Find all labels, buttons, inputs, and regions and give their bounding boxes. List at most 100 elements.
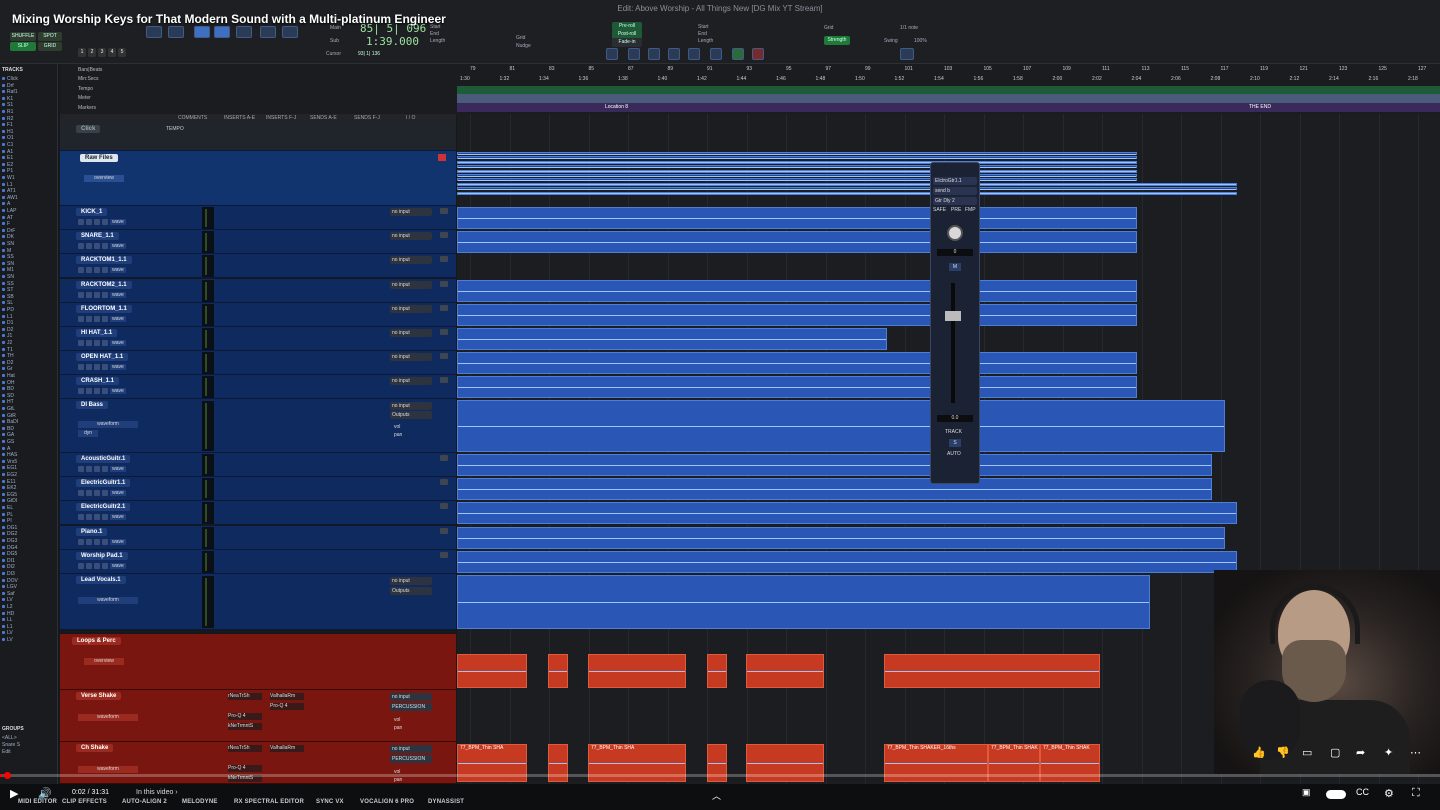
tracklist-item[interactable]: BaDI bbox=[2, 419, 18, 425]
inst-0-S-button[interactable] bbox=[94, 466, 100, 472]
inst-2-S-button[interactable] bbox=[94, 514, 100, 521]
inst-2-in-button[interactable] bbox=[86, 514, 92, 521]
lead-vocals-output[interactable]: Outputs bbox=[390, 587, 432, 595]
drum-0-track[interactable]: KICK_1 wave no input bbox=[60, 206, 456, 230]
drum-4-red-icon[interactable] bbox=[440, 304, 448, 311]
online-icon[interactable] bbox=[606, 48, 618, 60]
grid-value[interactable]: 1/1 note bbox=[900, 25, 918, 31]
drum-4-rec-button[interactable] bbox=[78, 315, 84, 322]
raw-files-view[interactable]: overview bbox=[84, 175, 124, 182]
tracklist-item[interactable]: F bbox=[2, 221, 10, 227]
group-snare[interactable]: Snare S bbox=[2, 742, 20, 748]
fader-send[interactable]: send b bbox=[933, 187, 977, 195]
tracklist-item[interactable]: GA bbox=[2, 432, 14, 438]
di-bass-dyn[interactable]: dyn bbox=[78, 430, 98, 437]
click-track-name[interactable]: Click bbox=[76, 125, 101, 133]
zoom-tool-icon[interactable] bbox=[146, 26, 162, 38]
verse-shake-view[interactable]: waveform bbox=[78, 714, 138, 721]
drum-5-S-button[interactable] bbox=[94, 340, 100, 346]
comment-icon[interactable]: ▭ bbox=[1302, 746, 1312, 759]
drum-2-name[interactable]: RACKTOM1_1.1 bbox=[76, 256, 132, 265]
inst-3-track[interactable]: Piano.1 wave bbox=[60, 525, 456, 550]
tracklist-item[interactable]: K1 bbox=[2, 96, 13, 102]
tracklist-item[interactable]: SN bbox=[2, 261, 14, 267]
inst-4-M-button[interactable] bbox=[102, 562, 108, 569]
tracklist-item[interactable]: EK2 bbox=[2, 485, 16, 491]
tracklist-item[interactable]: EG1 bbox=[2, 465, 17, 471]
marker-the-end[interactable]: THE END bbox=[1249, 104, 1271, 110]
drum-5-name[interactable]: HI HAT_1.1 bbox=[76, 329, 118, 337]
zoom-preset-3[interactable]: 3 bbox=[98, 48, 106, 57]
drum-3-track[interactable]: RACKTOM2_1.1 wave no input bbox=[60, 278, 456, 303]
tracklist-item[interactable]: DG2 bbox=[2, 531, 17, 537]
fast-forward-icon[interactable] bbox=[668, 48, 680, 60]
tracklist-item[interactable]: BD bbox=[2, 426, 14, 432]
inst-1-track[interactable]: ElectricGuitr1.1 wave bbox=[60, 477, 456, 502]
drum-5-red-icon[interactable] bbox=[440, 329, 448, 335]
drum-0-rec-button[interactable] bbox=[78, 219, 84, 225]
raw-files-overview-bar[interactable] bbox=[457, 191, 1237, 195]
drum-0-input[interactable]: no input bbox=[390, 208, 432, 216]
lead-vocals-input[interactable]: no input bbox=[390, 577, 432, 585]
drum-2-M-button[interactable] bbox=[102, 267, 108, 274]
tracklist-item[interactable]: D2 bbox=[2, 360, 13, 366]
tracklist-item[interactable]: GtL bbox=[2, 406, 15, 412]
ch-shake-view[interactable]: waveform bbox=[78, 766, 138, 773]
drum-clip-1[interactable] bbox=[457, 231, 1137, 254]
tracklist-item[interactable]: SS bbox=[2, 281, 14, 287]
verse-shake-output[interactable]: PERCUSSION bbox=[390, 703, 432, 711]
fader-safe[interactable]: SAFE bbox=[933, 207, 946, 213]
tracklist-item[interactable]: HD bbox=[2, 611, 14, 617]
inst-1-view[interactable]: wave bbox=[110, 490, 126, 497]
drum-4-input[interactable]: no input bbox=[390, 304, 432, 313]
drum-3-red-icon[interactable] bbox=[440, 280, 448, 287]
tracklist-item[interactable]: SS bbox=[2, 254, 14, 260]
tracklist-item[interactable]: M bbox=[2, 248, 11, 254]
drum-0-in-button[interactable] bbox=[86, 219, 92, 225]
grabber-tool-icon[interactable] bbox=[214, 26, 230, 38]
tracklist-item[interactable]: L1 bbox=[2, 182, 13, 188]
mode-slip[interactable]: SLIP bbox=[10, 42, 36, 51]
zoom-preset-5[interactable]: 5 bbox=[118, 48, 126, 57]
verse-shake-insert-5[interactable]: Pro-Q 4 bbox=[270, 703, 304, 710]
plugin-2[interactable]: AUTO-ALIGN 2 bbox=[122, 799, 167, 805]
drum-3-name[interactable]: RACKTOM2_1.1 bbox=[76, 280, 132, 289]
drum-2-red-icon[interactable] bbox=[440, 256, 448, 263]
tracklist-item[interactable]: D1 bbox=[2, 320, 13, 326]
verse-shake-insert-2[interactable]: Pro-Q 4 bbox=[228, 713, 262, 720]
tracklist-item[interactable]: DG4 bbox=[2, 545, 17, 551]
tracklist-item[interactable]: Drf bbox=[2, 83, 14, 89]
di-bass-name[interactable]: DI Bass bbox=[76, 401, 109, 409]
drum-1-S-button[interactable] bbox=[94, 243, 100, 250]
group-all[interactable]: <ALL> bbox=[2, 735, 17, 741]
tracklist-item[interactable]: A bbox=[2, 446, 10, 452]
drum-6-view[interactable]: wave bbox=[110, 364, 126, 371]
tracklist-item[interactable]: C1 bbox=[2, 142, 13, 148]
inst-2-rec-button[interactable] bbox=[78, 514, 84, 521]
drum-2-rec-button[interactable] bbox=[78, 267, 84, 274]
inst-0-view[interactable]: wave bbox=[110, 466, 126, 472]
inst-4-in-button[interactable] bbox=[86, 562, 92, 569]
swing-value[interactable]: 100% bbox=[914, 38, 927, 44]
tracklist-item[interactable]: DrF bbox=[2, 228, 15, 234]
tracklist-item[interactable]: LV bbox=[2, 597, 13, 603]
tracklist-item[interactable]: HT bbox=[2, 399, 14, 405]
drum-7-track[interactable]: CRASH_1.1 wave no input bbox=[60, 375, 456, 400]
inst-0-rec-button[interactable] bbox=[78, 466, 84, 472]
tracklist-item[interactable]: A bbox=[2, 201, 10, 207]
drum-7-M-button[interactable] bbox=[102, 388, 108, 395]
di-bass-view[interactable]: waveform bbox=[78, 421, 138, 428]
fullscreen-icon[interactable]: ⛶ bbox=[1412, 787, 1420, 800]
drum-1-name[interactable]: SNARE_1.1 bbox=[76, 232, 119, 241]
fadein-button[interactable]: Fade-in bbox=[612, 38, 642, 47]
tracklist-item[interactable]: AW1 bbox=[2, 195, 18, 201]
tracklist-item[interactable]: S1 bbox=[2, 102, 13, 108]
tracklist-item[interactable]: GtR bbox=[2, 413, 16, 419]
loops-perc-view[interactable]: overview bbox=[84, 658, 124, 665]
video-progress-track[interactable] bbox=[0, 774, 1440, 777]
meter-ruler-lane[interactable] bbox=[457, 94, 1440, 103]
drum-3-input[interactable]: no input bbox=[390, 280, 432, 289]
drum-1-red-icon[interactable] bbox=[440, 232, 448, 239]
tracklist-item[interactable]: LGV bbox=[2, 584, 17, 590]
drum-3-rec-button[interactable] bbox=[78, 291, 84, 298]
